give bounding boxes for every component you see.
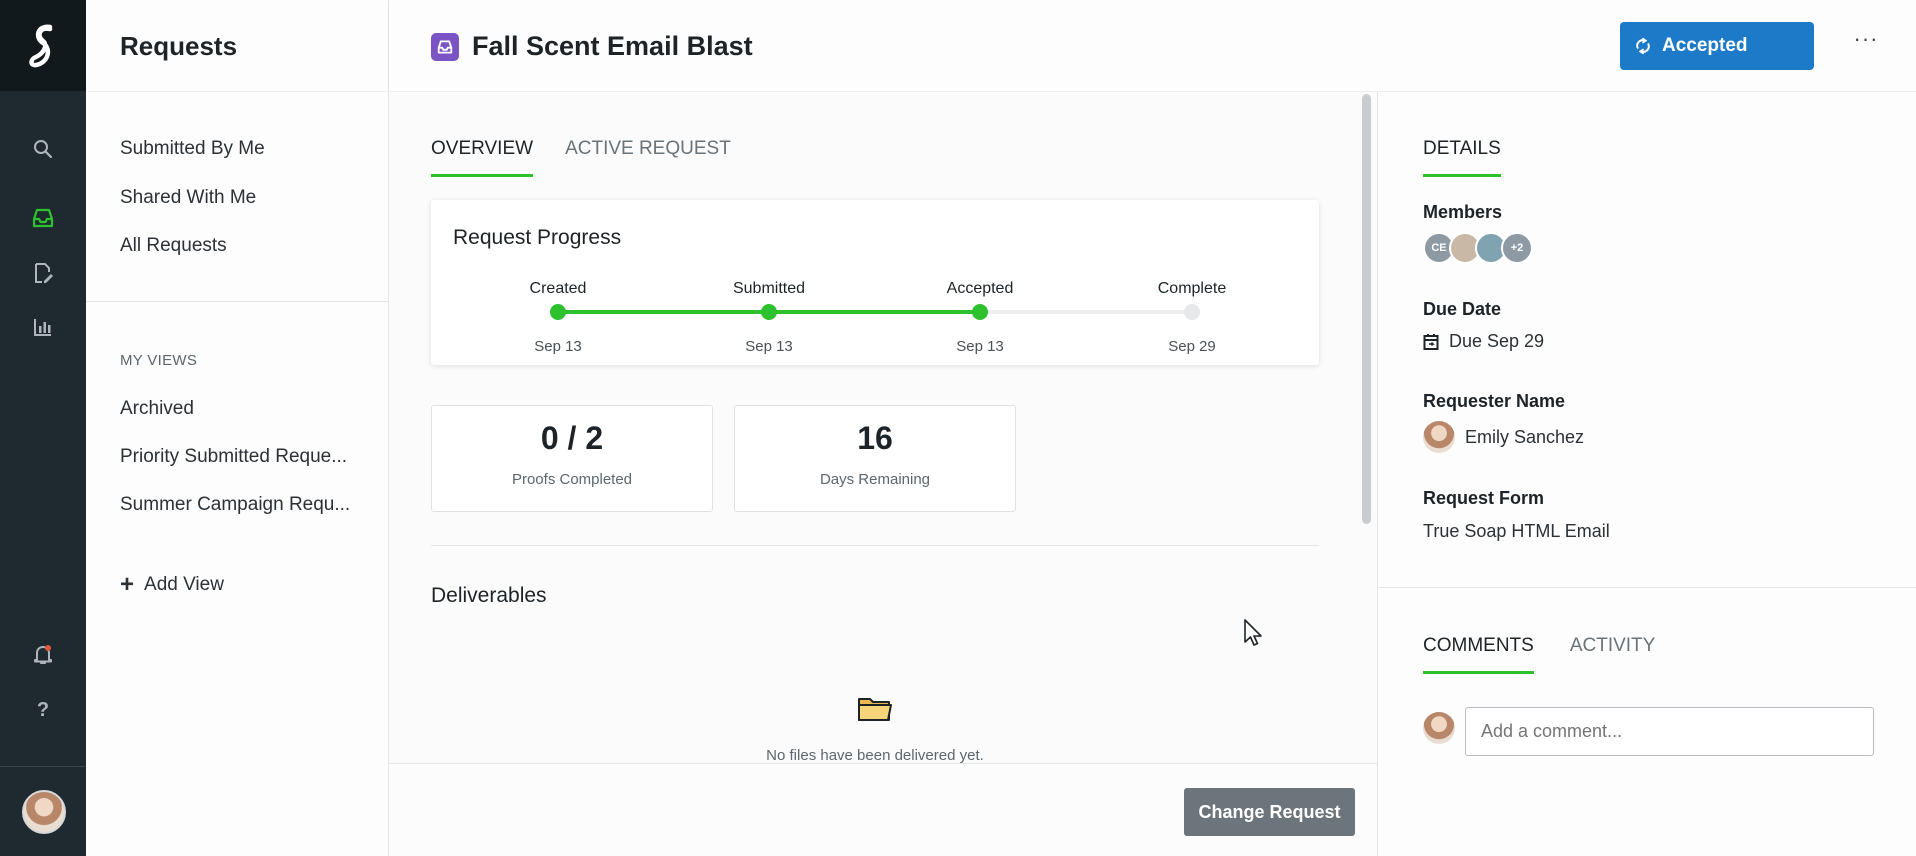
view-item-archived[interactable]: Archived bbox=[120, 398, 194, 420]
change-request-button[interactable]: Change Request bbox=[1184, 788, 1355, 836]
step-dot bbox=[972, 304, 988, 320]
nav-header-divider bbox=[86, 91, 389, 92]
due-date-value: Due Sep 29 bbox=[1449, 331, 1545, 351]
inbox-icon[interactable] bbox=[27, 202, 59, 234]
help-icon[interactable]: ? bbox=[27, 694, 59, 726]
requester-avatar bbox=[1423, 421, 1455, 453]
step-date: Sep 29 bbox=[1168, 338, 1216, 355]
commenter-avatar bbox=[1423, 712, 1455, 744]
proofs-completed-value: 0 / 2 bbox=[540, 420, 604, 456]
step-label: Created bbox=[529, 280, 587, 297]
logo-icon[interactable] bbox=[0, 0, 86, 91]
nav-divider bbox=[86, 301, 389, 302]
no-files-message: No files have been delivered yet. bbox=[766, 747, 984, 764]
comment-tabs: COMMENTS ACTIVITY bbox=[1423, 635, 1655, 674]
add-view-label: Add View bbox=[144, 574, 224, 595]
search-icon[interactable] bbox=[27, 133, 59, 165]
view-item-priority-submitted[interactable]: Priority Submitted Reque... bbox=[120, 446, 347, 468]
view-item-summer-campaign[interactable]: Summer Campaign Requ... bbox=[120, 494, 350, 516]
user-avatar[interactable] bbox=[22, 790, 66, 834]
section-divider bbox=[431, 545, 1319, 546]
tab-active-request[interactable]: ACTIVE REQUEST bbox=[565, 138, 731, 177]
app-window: ? Requests Submitted By Me Shared With M… bbox=[0, 0, 1916, 856]
request-header: Fall Scent Email Blast Accepted ··· bbox=[389, 0, 1916, 92]
overview-tabs: OVERVIEW ACTIVE REQUEST bbox=[431, 138, 731, 177]
plus-icon: + bbox=[120, 571, 135, 598]
chart-icon[interactable] bbox=[27, 311, 59, 343]
tab-overview[interactable]: OVERVIEW bbox=[431, 138, 534, 177]
tab-comments[interactable]: COMMENTS bbox=[1423, 635, 1534, 674]
main-panel: OVERVIEW ACTIVE REQUEST Request Progress… bbox=[389, 92, 1377, 856]
tab-activity[interactable]: ACTIVITY bbox=[1570, 635, 1656, 674]
progress-title: Request Progress bbox=[453, 226, 622, 249]
request-form-label: Request Form bbox=[1423, 488, 1545, 508]
due-date-value-row: Due Sep 29 bbox=[1423, 331, 1544, 352]
nav-item-shared-with-me[interactable]: Shared With Me bbox=[120, 187, 256, 209]
step-dot bbox=[550, 304, 566, 320]
mouse-cursor-icon bbox=[1243, 618, 1265, 653]
requests-nav: Requests Submitted By Me Shared With Me … bbox=[86, 0, 389, 856]
add-view-button[interactable]: + Add View bbox=[120, 571, 224, 598]
members-avatars[interactable]: CE +2 bbox=[1423, 232, 1533, 264]
days-remaining-value: 16 bbox=[857, 420, 893, 456]
step-label: Accepted bbox=[946, 280, 1014, 297]
status-label: Accepted bbox=[1662, 35, 1748, 56]
due-date-label: Due Date bbox=[1423, 299, 1502, 319]
step-label: Submitted bbox=[732, 280, 806, 297]
sync-icon bbox=[1636, 37, 1650, 55]
request-form-value: True Soap HTML Email bbox=[1423, 521, 1610, 541]
days-remaining-label: Days Remaining bbox=[819, 471, 931, 488]
deliverables-title: Deliverables bbox=[431, 584, 547, 607]
step-date: Sep 13 bbox=[534, 338, 582, 355]
request-progress-card: Request Progress Created Sep 13 Submitte… bbox=[431, 200, 1319, 365]
details-divider bbox=[1378, 587, 1916, 588]
calendar-icon bbox=[1423, 333, 1439, 350]
step-date: Sep 13 bbox=[745, 338, 793, 355]
members-label: Members bbox=[1423, 202, 1503, 222]
proofs-completed-label: Proofs Completed bbox=[511, 471, 633, 488]
rail-divider bbox=[0, 766, 86, 767]
step-label: Complete bbox=[1157, 280, 1227, 297]
requester-row: Emily Sanchez bbox=[1423, 421, 1584, 453]
my-views-heading: MY VIEWS bbox=[120, 352, 198, 369]
requester-name: Emily Sanchez bbox=[1465, 426, 1585, 447]
nav-item-all-requests[interactable]: All Requests bbox=[120, 235, 227, 257]
comment-input[interactable] bbox=[1465, 707, 1874, 756]
scrollbar[interactable] bbox=[1362, 94, 1371, 524]
step-date: Sep 13 bbox=[956, 338, 1004, 355]
nav-item-submitted-by-me[interactable]: Submitted By Me bbox=[120, 138, 265, 160]
status-accepted-button[interactable]: Accepted bbox=[1620, 22, 1814, 70]
more-members-badge[interactable]: +2 bbox=[1501, 232, 1533, 264]
bell-icon[interactable] bbox=[27, 639, 59, 671]
requester-name-label: Requester Name bbox=[1423, 391, 1566, 411]
step-dot bbox=[761, 304, 777, 320]
proofs-completed-card: 0 / 2 Proofs Completed bbox=[431, 405, 713, 512]
edit-document-icon[interactable] bbox=[27, 257, 59, 289]
request-title: Fall Scent Email Blast bbox=[472, 31, 753, 61]
more-options-icon[interactable]: ··· bbox=[1851, 28, 1881, 60]
main-footer: Change Request bbox=[389, 763, 1377, 856]
folder-icon bbox=[857, 693, 893, 728]
inbox-icon bbox=[431, 33, 459, 61]
step-dot bbox=[1184, 304, 1200, 320]
tab-details[interactable]: DETAILS bbox=[1423, 138, 1501, 177]
nav-title: Requests bbox=[120, 31, 238, 61]
days-remaining-card: 16 Days Remaining bbox=[734, 405, 1016, 512]
details-panel: DETAILS Members CE +2 Due Date Due Sep 2… bbox=[1377, 92, 1916, 856]
left-rail: ? bbox=[0, 0, 86, 856]
